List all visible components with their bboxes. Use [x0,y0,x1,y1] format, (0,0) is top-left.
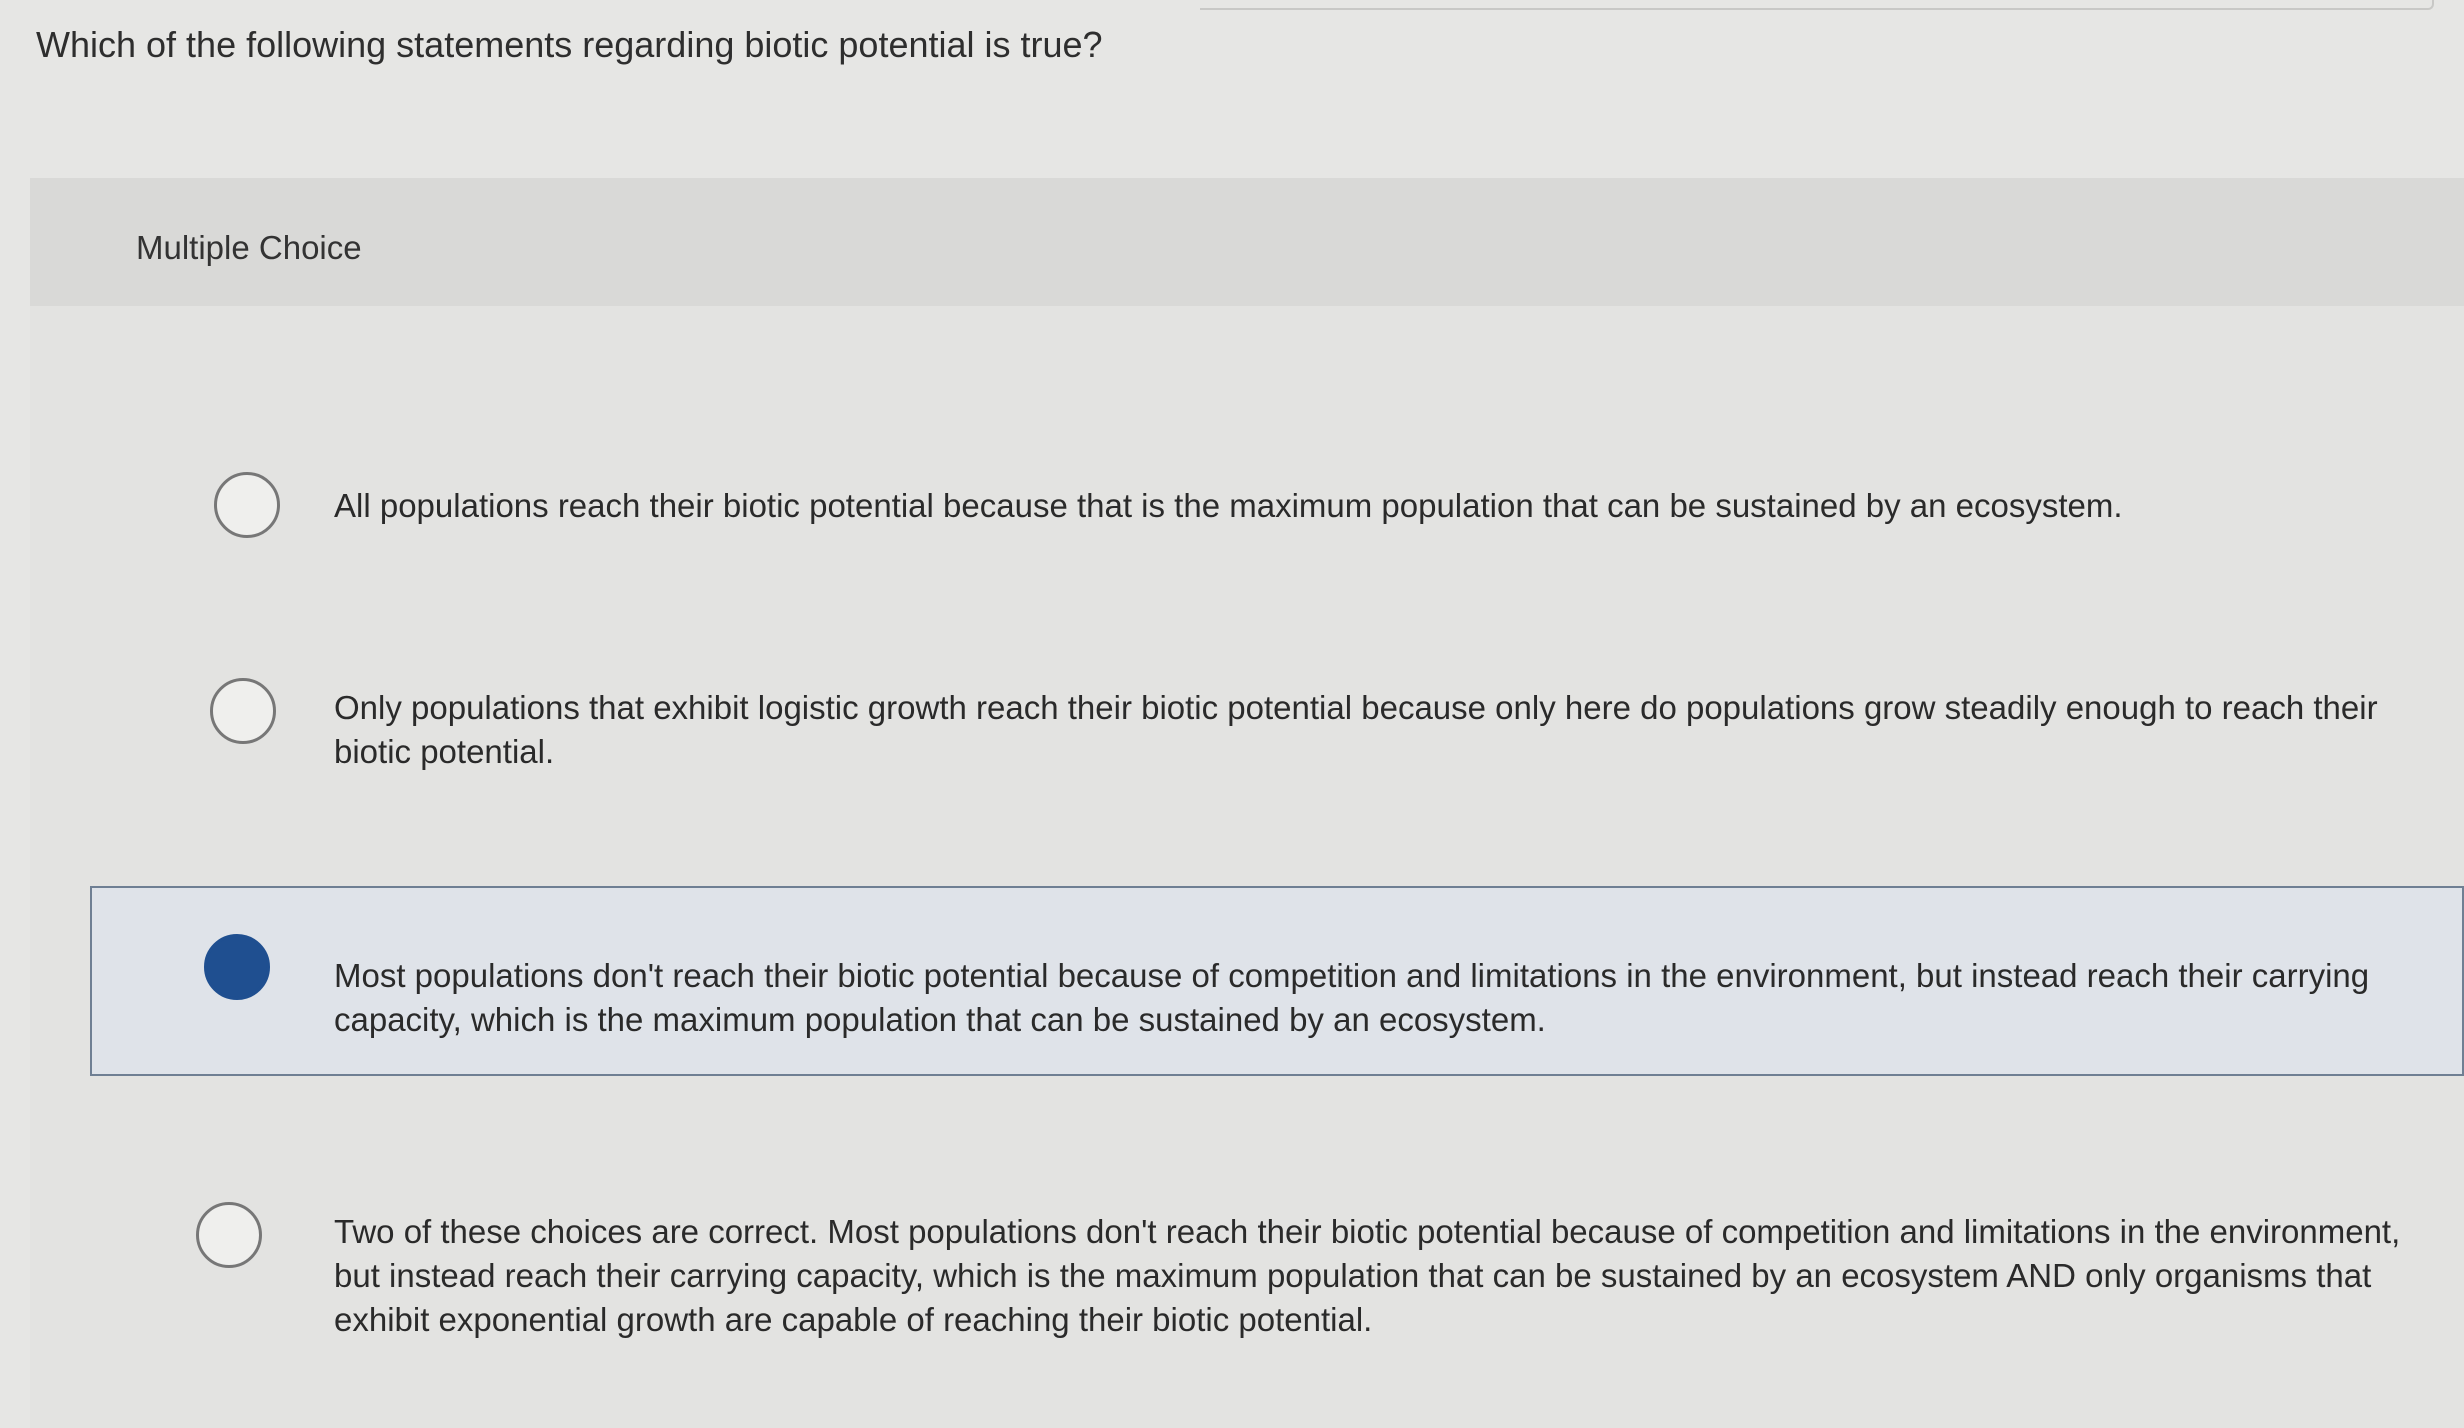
answer-option-text: Two of these choices are correct. Most p… [334,1213,2401,1338]
answer-option-1[interactable]: All populations reach their biotic poten… [90,450,2464,560]
answer-option-text: All populations reach their biotic poten… [334,487,2123,524]
top-divider [1200,0,2434,10]
question-type-label: Multiple Choice [136,229,362,266]
card-header: Multiple Choice [30,178,2464,306]
answer-option-text: Only populations that exhibit logistic g… [334,689,2378,770]
radio-button-option-2[interactable] [210,678,276,744]
radio-button-option-1[interactable] [214,472,280,538]
multiple-choice-card: Multiple Choice All populations reach th… [30,178,2464,1428]
answer-option-4[interactable]: Two of these choices are correct. Most p… [90,1176,2464,1416]
answer-option-2[interactable]: Only populations that exhibit logistic g… [90,656,2464,806]
answer-option-3-selected[interactable]: Most populations don't reach their bioti… [90,886,2464,1076]
radio-button-option-3-selected[interactable] [204,934,270,1000]
radio-button-option-4[interactable] [196,1202,262,1268]
answer-option-text: Most populations don't reach their bioti… [334,957,2370,1038]
question-text: Which of the following statements regard… [36,24,1103,65]
